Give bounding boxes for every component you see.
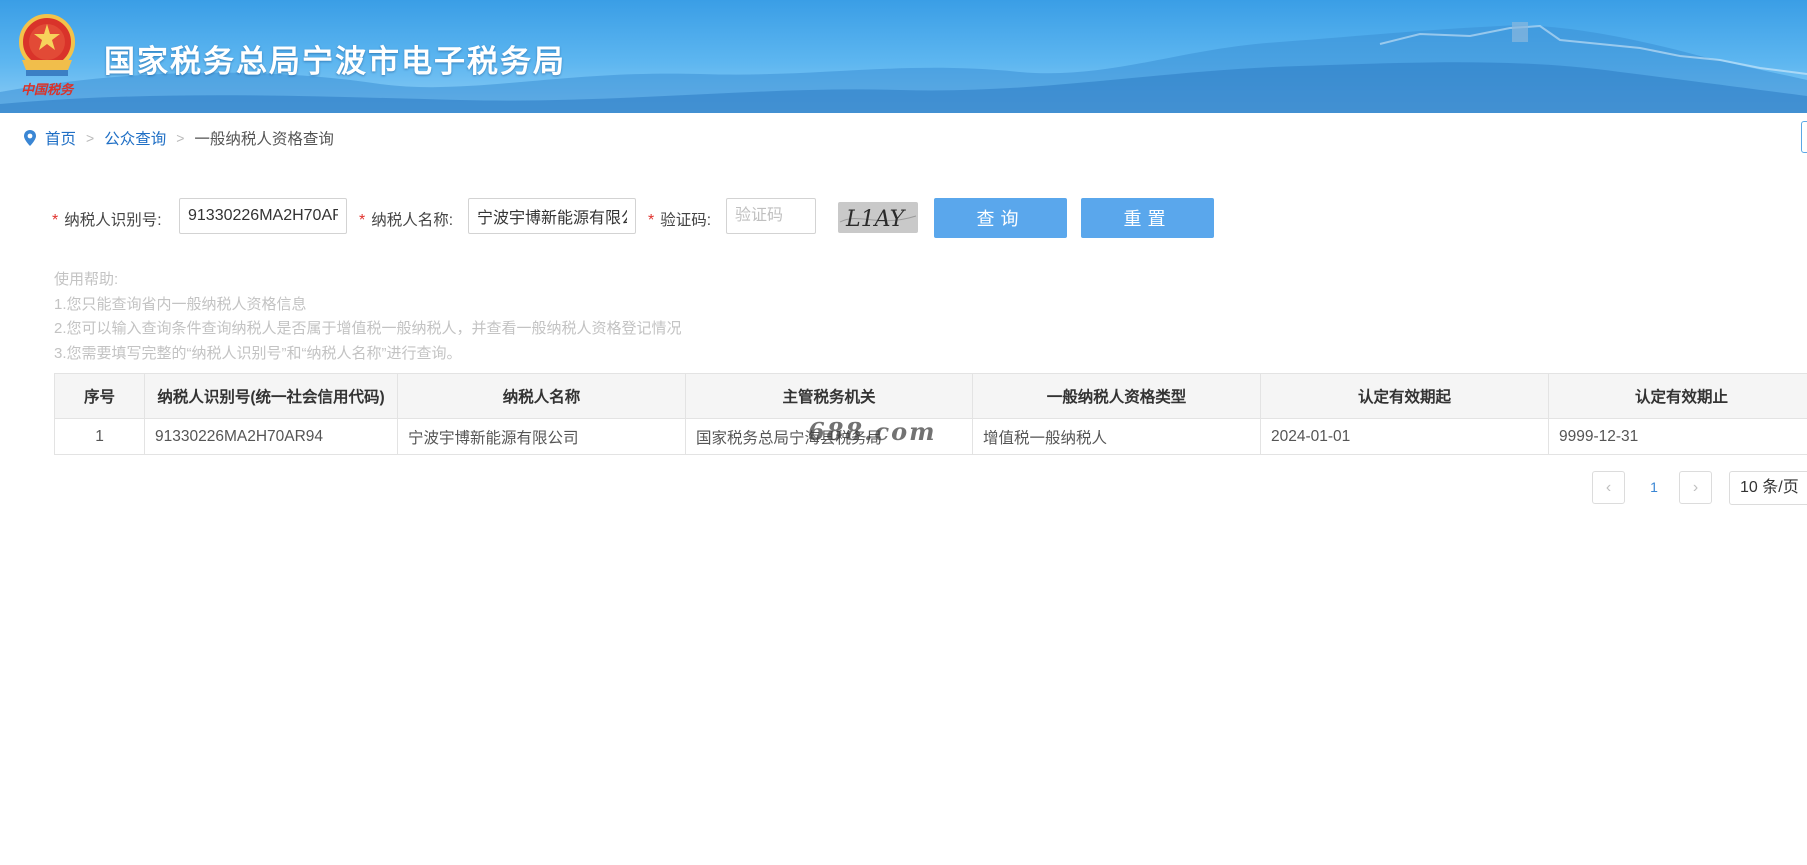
emblem-caption: 中国税务 bbox=[21, 82, 75, 98]
captcha-label-text: 验证码: bbox=[660, 212, 712, 229]
help-line: 2.您可以输入查询条件查询纳税人是否属于增值税一般纳税人，并查看一般纳税人资格登… bbox=[54, 320, 682, 337]
required-mark: * bbox=[52, 212, 59, 229]
taxpayer-id-input[interactable] bbox=[179, 198, 347, 234]
column-header: 纳税人识别号(统一社会信用代码) bbox=[144, 373, 398, 419]
prev-page-button[interactable]: ‹ bbox=[1592, 471, 1625, 504]
table-header-row: 序号 纳税人识别号(统一社会信用代码) 纳税人名称 主管税务机关 一般纳税人资格… bbox=[54, 373, 1807, 419]
captcha-image[interactable]: L1AY bbox=[838, 202, 918, 233]
column-header: 序号 bbox=[54, 373, 145, 419]
query-button[interactable]: 查询 bbox=[934, 198, 1067, 238]
cell-qualification-type: 增值税一般纳税人 bbox=[972, 418, 1261, 455]
side-tool-button[interactable] bbox=[1801, 121, 1807, 153]
reset-button[interactable]: 重置 bbox=[1081, 198, 1214, 238]
cell-valid-to: 9999-12-31 bbox=[1548, 418, 1807, 455]
cell-index: 1 bbox=[54, 418, 145, 455]
captcha-input[interactable] bbox=[726, 198, 816, 234]
chevron-right-icon: › bbox=[1692, 479, 1699, 496]
captcha-text: L1AY bbox=[845, 207, 907, 232]
column-header: 认定有效期起 bbox=[1260, 373, 1549, 419]
required-mark: * bbox=[648, 212, 655, 229]
column-header: 纳税人名称 bbox=[397, 373, 686, 419]
column-header: 认定有效期止 bbox=[1548, 373, 1807, 419]
results-table-wrap: 序号 纳税人识别号(统一社会信用代码) 纳税人名称 主管税务机关 一般纳税人资格… bbox=[54, 373, 1807, 455]
taxpayer-name-label-text: 纳税人名称: bbox=[371, 212, 454, 229]
help-line: 1.您只能查询省内一般纳税人资格信息 bbox=[54, 295, 307, 313]
header-banner: 中国税务 国家税务总局宁波市电子税务局 bbox=[0, 0, 1807, 113]
page-number-current[interactable]: 1 bbox=[1640, 471, 1668, 504]
required-mark: * bbox=[359, 212, 366, 229]
cell-taxpayer-id: 91330226MA2H70AR94 bbox=[144, 418, 398, 455]
breadcrumb-current: 一般纳税人资格查询 bbox=[194, 131, 334, 148]
location-pin-icon bbox=[24, 130, 36, 146]
cell-tax-authority: 国家税务总局宁海县税务局 bbox=[685, 418, 973, 455]
national-emblem-icon: 中国税务 bbox=[19, 14, 75, 98]
help-line: 3.您需要填写完整的“纳税人识别号”和“纳税人名称”进行查询。 bbox=[54, 344, 462, 362]
chevron-left-icon: ‹ bbox=[1605, 479, 1612, 496]
taxpayer-id-label-text: 纳税人识别号: bbox=[64, 212, 162, 229]
page-size-select[interactable]: 10 条/页 bbox=[1729, 471, 1807, 505]
breadcrumb-separator: > bbox=[176, 130, 185, 146]
site-title: 国家税务总局宁波市电子税务局 bbox=[104, 44, 566, 80]
column-header: 一般纳税人资格类型 bbox=[972, 373, 1261, 419]
usage-help: 使用帮助: 1.您只能查询省内一般纳税人资格信息 2.您可以输入查询条件查询纳税… bbox=[54, 268, 682, 366]
breadcrumb: 首页 > 公众查询 > 一般纳税人资格查询 bbox=[22, 128, 334, 148]
next-page-button[interactable]: › bbox=[1679, 471, 1712, 504]
breadcrumb-public-query[interactable]: 公众查询 bbox=[104, 127, 166, 149]
breadcrumb-home[interactable]: 首页 bbox=[45, 127, 76, 149]
results-table: 序号 纳税人识别号(统一社会信用代码) 纳税人名称 主管税务机关 一般纳税人资格… bbox=[54, 373, 1807, 455]
column-header: 主管税务机关 bbox=[685, 373, 973, 419]
taxpayer-id-label: * 纳税人识别号: bbox=[52, 208, 162, 230]
breadcrumb-separator: > bbox=[86, 130, 95, 146]
help-title: 使用帮助: bbox=[54, 271, 119, 288]
table-row: 1 91330226MA2H70AR94 宁波宇博新能源有限公司 国家税务总局宁… bbox=[54, 418, 1807, 455]
cell-valid-from: 2024-01-01 bbox=[1260, 418, 1549, 455]
captcha-graphic: L1AY bbox=[839, 207, 917, 232]
taxpayer-name-input[interactable] bbox=[468, 198, 636, 234]
cell-taxpayer-name: 宁波宇博新能源有限公司 bbox=[397, 418, 686, 455]
captcha-label: * 验证码: bbox=[648, 208, 711, 230]
taxpayer-name-label: * 纳税人名称: bbox=[359, 208, 453, 230]
